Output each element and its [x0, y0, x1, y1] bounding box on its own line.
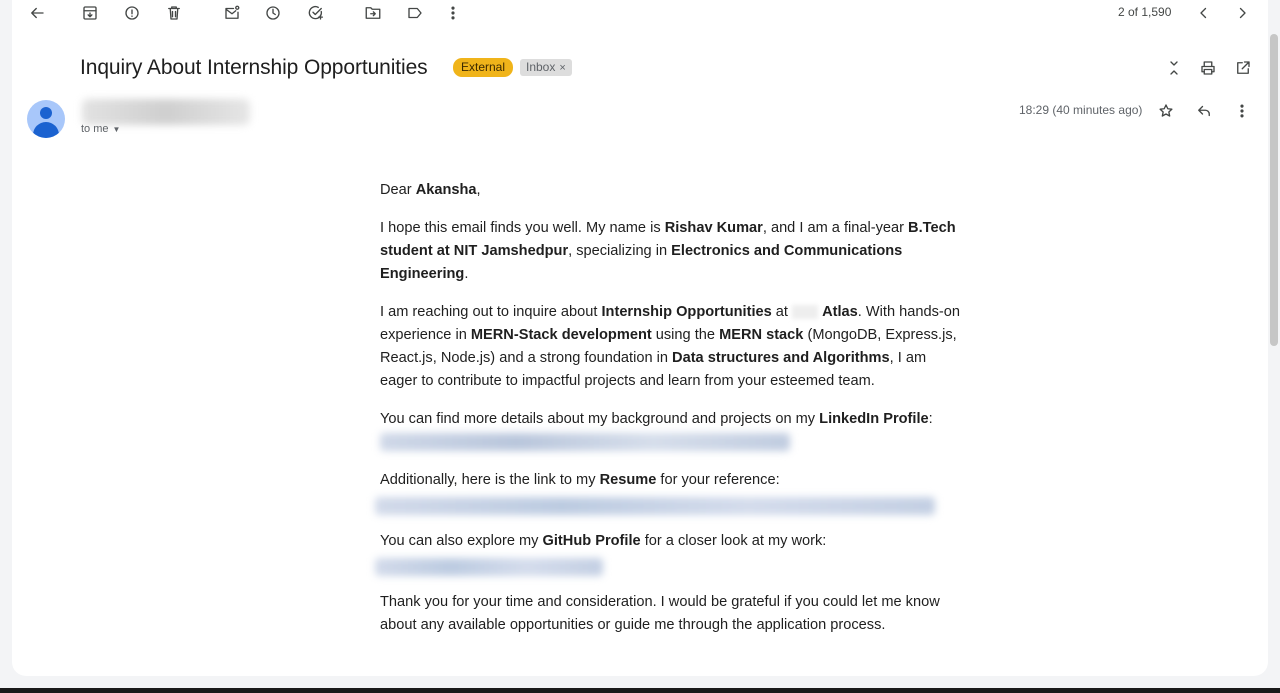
email-timestamp: 18:29 (40 minutes ago) — [1019, 103, 1143, 117]
email-subject: Inquiry About Internship Opportunities — [80, 56, 428, 79]
sender-name-redacted — [82, 99, 250, 125]
greeting: Dear Akansha, — [380, 182, 481, 198]
message-counter: 2 of 1,590 — [1118, 5, 1172, 19]
add-task-icon[interactable] — [302, 0, 330, 27]
closing-paragraph: Thank you for your time and consideratio… — [380, 594, 940, 633]
star-icon[interactable] — [1152, 97, 1180, 125]
snooze-clock-icon[interactable] — [259, 0, 287, 27]
inbox-label-text: Inbox — [526, 60, 556, 74]
scrollbar[interactable] — [1270, 34, 1278, 346]
more-vertical-icon[interactable] — [439, 0, 467, 27]
recipient-label: to me — [81, 123, 109, 135]
intro-paragraph: I hope this email finds you well. My nam… — [380, 220, 956, 282]
resume-paragraph: Additionally, here is the link to my Res… — [375, 469, 960, 515]
reply-icon[interactable] — [1190, 97, 1218, 125]
message-more-icon[interactable] — [1228, 97, 1256, 125]
remove-label-icon[interactable]: × — [559, 62, 565, 74]
linkedin-link-redacted[interactable] — [380, 433, 790, 452]
label-icon[interactable] — [401, 0, 429, 27]
back-arrow-icon[interactable] — [23, 0, 51, 27]
caret-down-icon: ▼ — [112, 125, 121, 134]
inbox-label[interactable]: Inbox × — [520, 59, 572, 76]
mark-unread-icon[interactable] — [218, 0, 246, 27]
report-spam-icon[interactable] — [118, 0, 146, 27]
move-to-folder-icon[interactable] — [359, 0, 387, 27]
delete-icon[interactable] — [160, 0, 188, 27]
redacted-text — [792, 305, 819, 320]
experience-paragraph: I am reaching out to inquire about Inter… — [380, 304, 960, 389]
github-link-redacted[interactable] — [375, 558, 603, 576]
newer-chevron-left-icon[interactable] — [1190, 0, 1218, 27]
older-chevron-right-icon[interactable] — [1228, 0, 1256, 27]
email-body: Dear Akansha, I hope this email finds yo… — [375, 179, 960, 652]
recipient-name: Akansha — [415, 182, 477, 198]
external-label: External — [453, 58, 514, 77]
archive-icon[interactable] — [76, 0, 104, 27]
window-bottom-edge — [0, 688, 1280, 693]
linkedin-paragraph: You can find more details about my backg… — [380, 408, 960, 454]
github-paragraph: You can also explore my GitHub Profile f… — [375, 530, 960, 576]
print-icon[interactable] — [1194, 54, 1222, 82]
open-new-window-icon[interactable] — [1229, 54, 1257, 82]
avatar[interactable] — [27, 100, 65, 138]
resume-link-redacted[interactable] — [375, 497, 935, 515]
recipient-details-toggle[interactable]: to me ▼ — [81, 123, 120, 135]
collapse-all-icon[interactable] — [1160, 54, 1188, 82]
